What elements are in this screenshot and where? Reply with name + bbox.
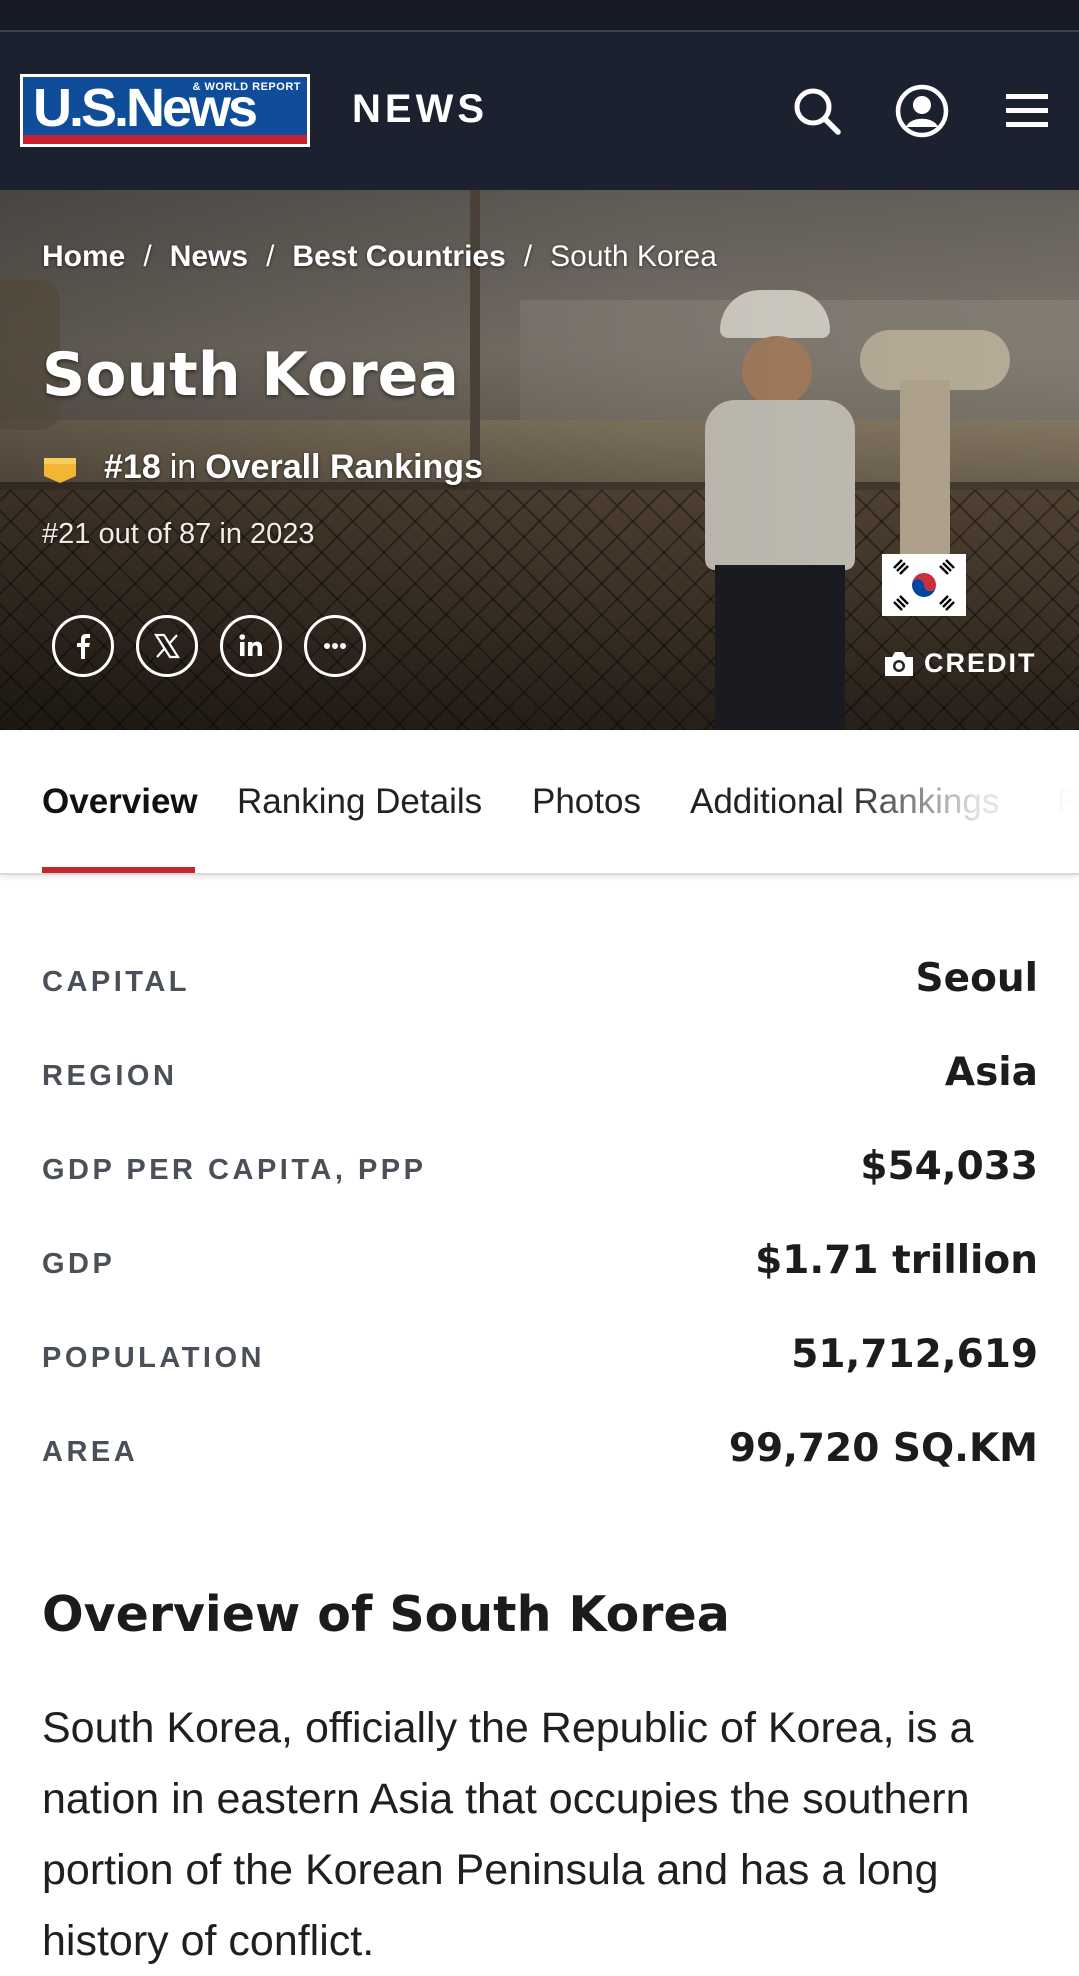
breadcrumb-separator: / bbox=[143, 240, 152, 273]
fact-row-gdp: GDP $1.71 trillion bbox=[42, 1222, 1038, 1316]
rank-category-link[interactable]: Overall Rankings bbox=[205, 448, 483, 487]
section-tabs: Overview Ranking Details Photos Addition… bbox=[0, 730, 1079, 875]
fact-label: REGION bbox=[42, 1060, 178, 1092]
fact-label: GDP bbox=[42, 1248, 116, 1280]
photo-credit-label: CREDIT bbox=[924, 648, 1037, 678]
account-icon[interactable] bbox=[894, 83, 950, 139]
linkedin-icon bbox=[239, 634, 262, 656]
photo-credit-button[interactable]: CREDIT bbox=[882, 648, 1037, 679]
search-icon[interactable] bbox=[789, 83, 845, 139]
facebook-icon bbox=[77, 634, 90, 659]
country-facts: CAPITAL Seoul REGION Asia GDP PER CAPITA… bbox=[42, 940, 1038, 1504]
more-icon bbox=[324, 643, 346, 649]
rank-number: #18 bbox=[104, 448, 161, 486]
status-strip bbox=[0, 0, 1079, 32]
page-title: South Korea bbox=[42, 340, 459, 410]
fact-label: CAPITAL bbox=[42, 966, 191, 998]
active-tab-indicator bbox=[42, 867, 195, 873]
breadcrumb-separator: / bbox=[523, 240, 533, 273]
fact-value: $54,033 bbox=[860, 1144, 1038, 1189]
breadcrumb-best-countries[interactable]: Best Countries bbox=[292, 240, 505, 273]
prior-year-rank: #21 out of 87 in 2023 bbox=[42, 518, 315, 550]
camera-icon bbox=[885, 651, 913, 676]
fact-value: Seoul bbox=[915, 956, 1038, 1001]
tab-ranking-details[interactable]: Ranking Details bbox=[237, 782, 482, 822]
fact-label: GDP PER CAPITA, PPP bbox=[42, 1154, 427, 1186]
breadcrumb-current: South Korea bbox=[550, 240, 717, 273]
tabs-scroll-fade bbox=[849, 730, 1079, 870]
usnews-logo[interactable]: & WORLD REPORT U.S.News bbox=[20, 74, 310, 147]
fact-value: Asia bbox=[944, 1050, 1038, 1095]
logo-red-bar bbox=[23, 135, 307, 144]
tab-photos[interactable]: Photos bbox=[532, 782, 641, 822]
overall-rank: #18 in Overall Rankings bbox=[42, 448, 483, 487]
ranking-badge-icon bbox=[42, 454, 78, 483]
breadcrumb-news[interactable]: News bbox=[170, 240, 248, 273]
linkedin-share-button[interactable] bbox=[220, 615, 282, 677]
x-icon bbox=[153, 633, 181, 659]
fact-label: AREA bbox=[42, 1436, 139, 1468]
rank-in-label: in bbox=[169, 448, 197, 486]
logo-wordmark: U.S.News bbox=[33, 78, 258, 138]
fact-row-gdp-per-capita: GDP PER CAPITA, PPP $54,033 bbox=[42, 1128, 1038, 1222]
fact-value: $1.71 trillion bbox=[755, 1238, 1038, 1283]
fact-row-area: AREA 99,720 SQ.KM bbox=[42, 1410, 1038, 1504]
tab-overview[interactable]: Overview bbox=[42, 782, 198, 822]
breadcrumb-home[interactable]: Home bbox=[42, 240, 125, 273]
breadcrumb-separator: / bbox=[266, 240, 275, 273]
fact-value: 51,712,619 bbox=[791, 1332, 1038, 1377]
fact-row-capital: CAPITAL Seoul bbox=[42, 940, 1038, 1034]
fact-label: POPULATION bbox=[42, 1342, 265, 1374]
x-share-button[interactable] bbox=[136, 615, 198, 677]
fact-row-region: REGION Asia bbox=[42, 1034, 1038, 1128]
menu-icon[interactable] bbox=[999, 83, 1055, 139]
more-share-button[interactable] bbox=[304, 615, 366, 677]
hero-banner: Home / News / Best Countries / South Korea Sou… bbox=[0, 190, 1079, 730]
breadcrumb: Home / News / Best Countries / South Korea bbox=[42, 240, 717, 274]
overview-heading: Overview of South Korea bbox=[42, 1586, 730, 1643]
fact-row-population: POPULATION 51,712,619 bbox=[42, 1316, 1038, 1410]
fact-value: 99,720 SQ.KM bbox=[728, 1426, 1038, 1471]
facebook-share-button[interactable] bbox=[52, 615, 114, 677]
section-title[interactable]: NEWS bbox=[352, 87, 488, 132]
site-header: & WORLD REPORT U.S.News NEWS bbox=[0, 32, 1079, 190]
south-korea-flag-icon bbox=[882, 554, 966, 616]
overview-paragraph: South Korea, officially the Republic of … bbox=[42, 1704, 974, 1965]
